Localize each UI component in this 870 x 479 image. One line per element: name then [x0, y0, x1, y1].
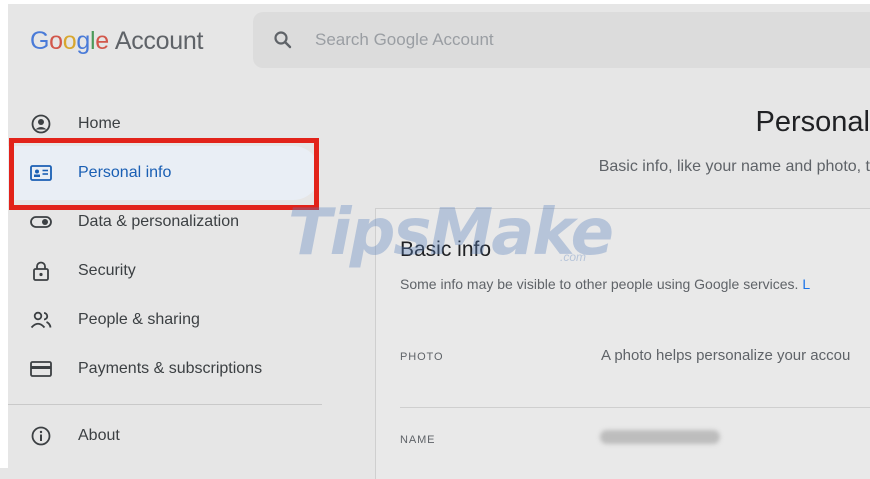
window-left-edge — [0, 0, 8, 468]
sidebar-item-label: About — [78, 427, 120, 444]
logo-letter-1: G — [30, 27, 50, 55]
logo-letter-3: o — [62, 27, 77, 55]
sidebar-item-people-sharing[interactable]: People & sharing — [30, 305, 200, 335]
google-account-logo[interactable]: Google Account — [30, 27, 203, 56]
toggle-icon — [30, 211, 52, 233]
sidebar-item-about[interactable]: About — [30, 421, 120, 451]
sidebar-item-data-personalization[interactable]: Data & personalization — [30, 207, 239, 237]
logo-suffix: Account — [114, 27, 204, 55]
lock-icon — [30, 260, 52, 282]
search-input[interactable] — [315, 28, 835, 52]
row-divider — [400, 407, 870, 408]
people-icon — [30, 309, 52, 331]
logo-letter-2: o — [49, 27, 63, 55]
name-row-label: NAME — [400, 434, 436, 446]
sidebar-item-label: People & sharing — [78, 311, 200, 328]
card-subtitle: Some info may be visible to other people… — [400, 276, 810, 292]
page-title: Personal — [755, 106, 870, 138]
credit-card-icon — [30, 358, 52, 380]
card-subtitle-text: Some info may be visible to other people… — [400, 276, 799, 292]
sidebar-item-payments[interactable]: Payments & subscriptions — [30, 354, 262, 384]
sidebar-divider — [8, 404, 322, 405]
search-bar[interactable] — [253, 12, 870, 68]
sidebar-item-security[interactable]: Security — [30, 256, 136, 286]
photo-row-label: PHOTO — [400, 351, 444, 363]
search-icon[interactable] — [273, 30, 293, 50]
info-icon — [30, 425, 52, 447]
window-top-edge — [0, 0, 870, 4]
sidebar-item-label: Payments & subscriptions — [78, 360, 263, 377]
sidebar-item-label: Data & personalization — [78, 213, 239, 230]
page-subtitle: Basic info, like your name and photo, t — [598, 158, 870, 175]
photo-row-value[interactable]: A photo helps personalize your accou — [601, 347, 850, 364]
watermark-domain: .com — [560, 250, 587, 264]
logo-letter-6: e — [95, 27, 109, 55]
learn-more-link[interactable]: L — [802, 276, 810, 292]
blurred-name-value[interactable] — [600, 430, 720, 444]
sidebar-item-home[interactable]: Home — [30, 109, 121, 139]
logo-letter-4: g — [76, 27, 90, 55]
sidebar-item-label: Security — [78, 262, 136, 279]
account-circle-icon — [30, 113, 52, 135]
highlight-box — [9, 138, 319, 210]
sidebar-item-label: Home — [78, 115, 121, 132]
